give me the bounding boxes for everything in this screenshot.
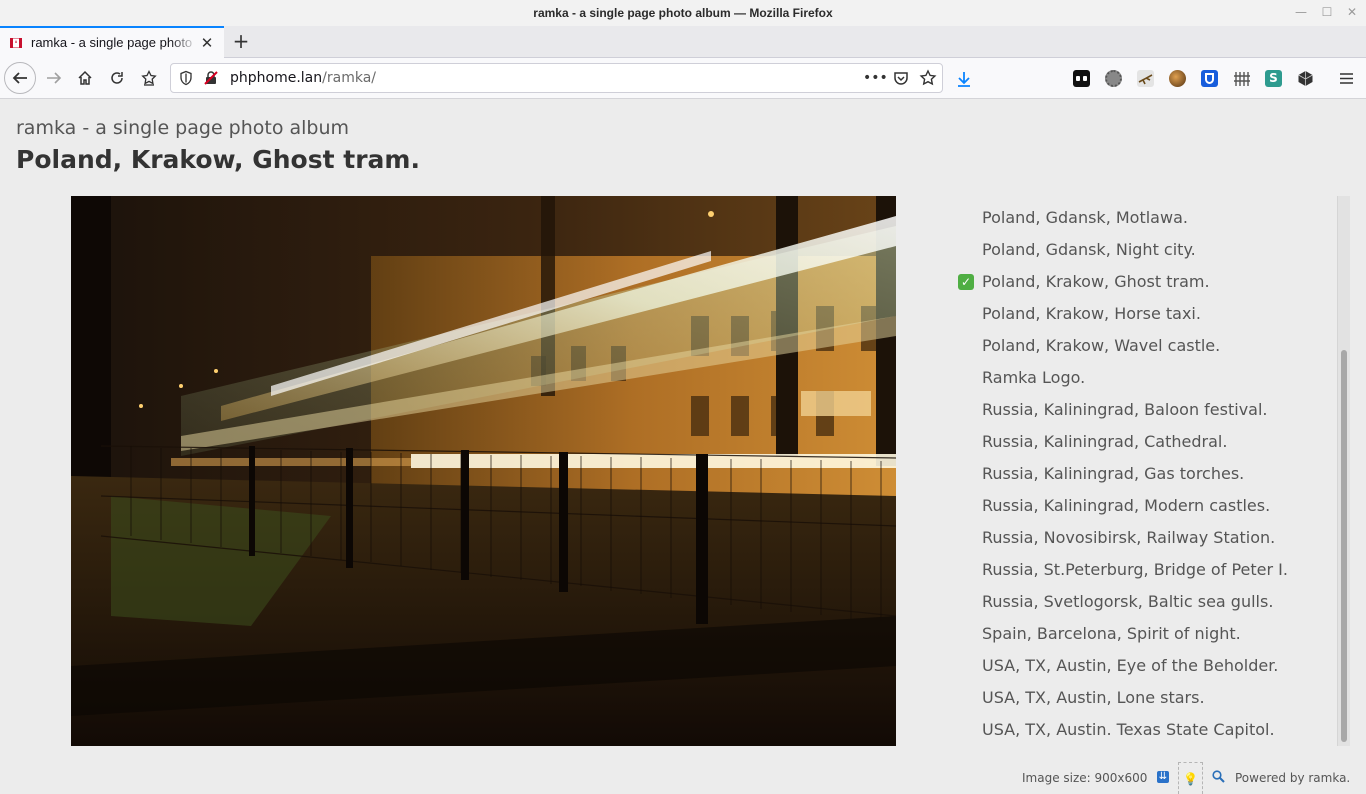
album-item-label: Poland, Krakow, Wavel castle. <box>982 336 1221 355</box>
extension-mask-icon[interactable] <box>1073 70 1090 87</box>
album-item-label: USA, TX, Austin, Lone stars. <box>982 688 1205 707</box>
album-list-item[interactable]: Russia, Kaliningrad, Modern castles. <box>950 490 1350 522</box>
album-list-item[interactable]: Poland, Gdansk, Night city. <box>950 234 1350 266</box>
album-item-label: USA, TX, Austin, Eye of the Beholder. <box>982 656 1279 675</box>
back-button[interactable] <box>4 62 36 94</box>
album-list-item[interactable]: Russia, Svetlogorsk, Baltic sea gulls. <box>950 586 1350 618</box>
tab-title-fade <box>170 30 198 56</box>
pocket-icon[interactable] <box>892 69 910 87</box>
album-item-label: Spain, Barcelona, Spirit of night. <box>982 624 1241 643</box>
window-title: ramka - a single page photo album — Mozi… <box>533 6 833 20</box>
window-titlebar: ramka - a single page photo album — Mozi… <box>0 0 1366 26</box>
ramka-favicon-icon <box>10 38 22 48</box>
album-list-item[interactable]: USA, TX, Austin. Texas State Capitol. <box>950 714 1350 746</box>
reload-button[interactable] <box>103 64 131 92</box>
forward-button[interactable] <box>40 64 68 92</box>
album-list-item[interactable]: Spain, Barcelona, Spirit of night. <box>950 618 1350 650</box>
album-list-items: Poland, Gdansk, Motlawa. Poland, Gdansk, … <box>950 196 1350 746</box>
tab-ramka[interactable]: ramka - a single page photo album ✕ <box>0 26 224 58</box>
navigation-toolbar: phphome.lan/ramka/ ••• S <box>0 58 1366 99</box>
album-list-item[interactable]: ✓ Poland, Krakow, Ghost tram. <box>950 266 1350 298</box>
zoom-search-icon[interactable] <box>1212 770 1225 783</box>
url-bar[interactable]: phphome.lan/ramka/ ••• <box>170 63 943 93</box>
powered-by-label[interactable]: Powered by ramka. <box>1235 771 1350 785</box>
bitwarden-icon[interactable] <box>1201 70 1218 87</box>
maximize-icon[interactable]: ☐ <box>1320 5 1334 19</box>
insecure-lock-icon[interactable] <box>203 70 219 86</box>
page-footer: Image size: 900x600 ⇊ 💡 Powered by ramka… <box>0 762 1366 794</box>
download-icon[interactable] <box>955 70 973 88</box>
album-item-label: Poland, Gdansk, Motlawa. <box>982 208 1188 227</box>
album-item-label: Poland, Krakow, Horse taxi. <box>982 304 1201 323</box>
image-size-label: Image size: 900x600 <box>1022 771 1148 785</box>
tracking-shield-icon[interactable] <box>178 70 194 86</box>
album-item-label: Russia, Kaliningrad, Cathedral. <box>982 432 1228 451</box>
selected-check-icon: ✓ <box>958 274 974 290</box>
album-item-label: Russia, Kaliningrad, Gas torches. <box>982 464 1245 483</box>
album-list-item[interactable]: Poland, Krakow, Wavel castle. <box>950 330 1350 362</box>
album-list-item[interactable]: USA, TX, Austin, Eye of the Beholder. <box>950 650 1350 682</box>
forward-arrow-icon <box>47 72 62 84</box>
url-path: /ramka/ <box>322 70 376 86</box>
album-list-item[interactable]: Russia, St.Peterburg, Bridge of Peter I. <box>950 554 1350 586</box>
ghost-tram-photo-image <box>71 196 896 746</box>
album-item-label: Russia, Kaliningrad, Modern castles. <box>982 496 1271 515</box>
album-list-item[interactable]: Russia, Kaliningrad, Cathedral. <box>950 426 1350 458</box>
reload-icon <box>111 72 123 84</box>
extension-grid-icon[interactable] <box>1233 70 1250 87</box>
home-icon <box>78 70 92 85</box>
site-title: ramka - a single page photo album <box>16 117 350 139</box>
album-item-label: Russia, St.Peterburg, Bridge of Peter I. <box>982 560 1288 579</box>
back-arrow-icon <box>12 72 27 84</box>
page-actions-icon[interactable]: ••• <box>863 69 888 87</box>
album-item-label: Russia, Svetlogorsk, Baltic sea gulls. <box>982 592 1274 611</box>
bookmark-star-icon <box>141 70 157 86</box>
url-host: phphome.lan <box>230 70 323 86</box>
extension-s-icon[interactable]: S <box>1265 70 1282 87</box>
extension-gear-icon[interactable] <box>1105 70 1122 87</box>
album-list-item[interactable]: Ramka Logo. <box>950 362 1350 394</box>
url-text[interactable]: phphome.lan/ramka/ <box>230 70 376 86</box>
album-list: Poland, Gdansk, Motlawa. Poland, Gdansk, … <box>950 196 1350 746</box>
album-list-item[interactable]: Poland, Gdansk, Motlawa. <box>950 202 1350 234</box>
album-item-label: Poland, Gdansk, Night city. <box>982 240 1196 259</box>
album-list-item[interactable]: Russia, Kaliningrad, Gas torches. <box>950 458 1350 490</box>
album-item-label: Russia, Novosibirsk, Railway Station. <box>982 528 1276 547</box>
album-item-label: Russia, Kaliningrad, Baloon festival. <box>982 400 1268 419</box>
home-button[interactable] <box>71 64 99 92</box>
bookmark-page-star-icon[interactable] <box>919 69 937 87</box>
album-item-label: Poland, Krakow, Ghost tram. <box>982 272 1210 291</box>
tab-close-icon[interactable]: ✕ <box>198 34 216 52</box>
extension-avatar-icon[interactable] <box>1169 70 1186 87</box>
download-image-icon[interactable]: ⇊ <box>1157 771 1169 783</box>
photo-title: Poland, Krakow, Ghost tram. <box>16 145 420 174</box>
bookmark-button[interactable] <box>135 64 163 92</box>
new-tab-button[interactable]: + <box>230 30 252 52</box>
album-item-label: USA, TX, Austin. Texas State Capitol. <box>982 720 1275 739</box>
tab-bar: ramka - a single page photo album ✕ + <box>0 26 1366 58</box>
lightbulb-icon[interactable]: 💡 <box>1178 762 1203 794</box>
main-photo[interactable] <box>71 196 896 746</box>
close-window-icon[interactable]: ✕ <box>1345 5 1359 19</box>
album-list-item[interactable]: USA, TX, Austin, Lone stars. <box>950 682 1350 714</box>
album-list-item[interactable]: Russia, Kaliningrad, Baloon festival. <box>950 394 1350 426</box>
extension-plane-icon[interactable] <box>1137 70 1154 87</box>
album-item-label: Ramka Logo. <box>982 368 1086 387</box>
album-list-item[interactable]: Russia, Novosibirsk, Railway Station. <box>950 522 1350 554</box>
extension-cube-icon[interactable] <box>1297 70 1314 87</box>
album-scrollbar[interactable] <box>1337 196 1350 746</box>
hamburger-menu-icon[interactable] <box>1338 70 1355 87</box>
album-list-item[interactable]: Poland, Krakow, Horse taxi. <box>950 298 1350 330</box>
minimize-icon[interactable]: — <box>1294 5 1308 19</box>
album-scrollbar-thumb[interactable] <box>1341 350 1347 742</box>
